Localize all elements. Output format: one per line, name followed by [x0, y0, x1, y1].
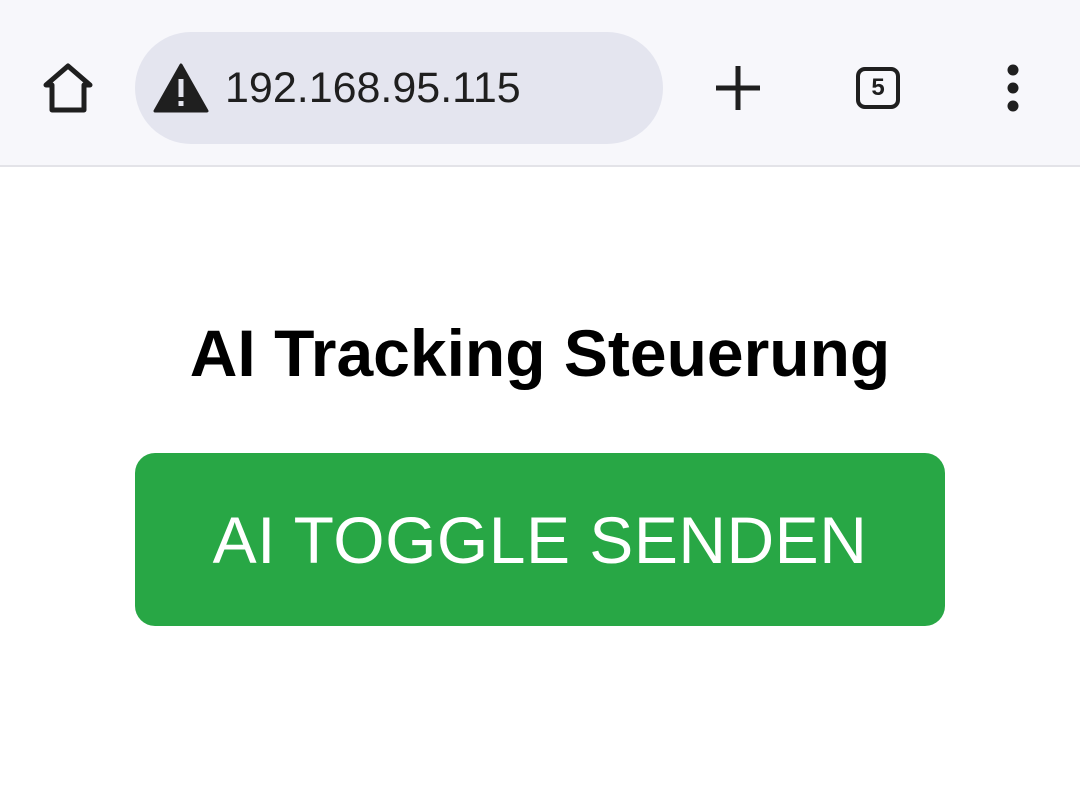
tab-count: 5: [871, 74, 885, 101]
more-vert-icon: [1007, 64, 1019, 112]
new-tab-button[interactable]: [700, 50, 776, 126]
address-bar[interactable]: 192.168.95.115: [135, 32, 663, 144]
warning-triangle-icon[interactable]: [153, 62, 209, 114]
more-menu-button[interactable]: [975, 50, 1051, 126]
page-title: AI Tracking Steuerung: [189, 316, 891, 390]
home-icon: [43, 63, 93, 113]
tab-switcher-button[interactable]: 5: [840, 50, 916, 126]
ai-toggle-button-label: AI TOGGLE SENDEN: [212, 502, 868, 577]
browser-toolbar: 192.168.95.115 5: [0, 0, 1080, 167]
ai-toggle-button[interactable]: AI TOGGLE SENDEN: [135, 453, 945, 626]
home-button[interactable]: [30, 50, 106, 126]
tab-switcher-icon: 5: [856, 67, 900, 109]
plus-icon: [716, 66, 760, 110]
url-text[interactable]: 192.168.95.115: [225, 32, 521, 144]
